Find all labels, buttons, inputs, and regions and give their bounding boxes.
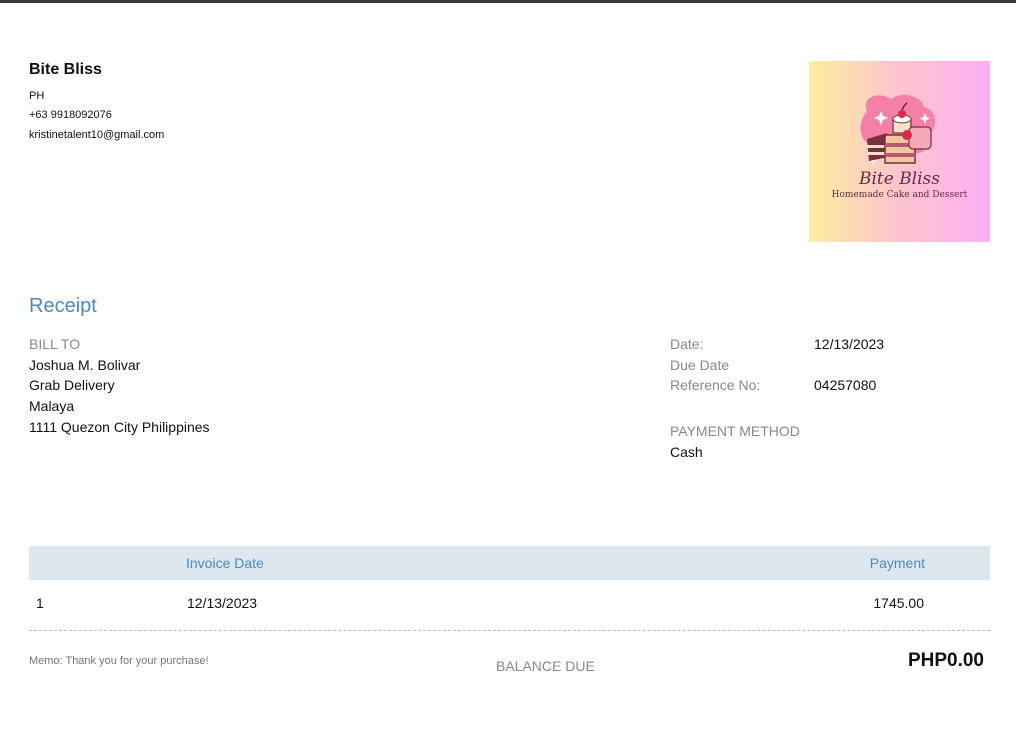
balance-due-value: PHP0.00 bbox=[907, 650, 984, 671]
cake-slices-icon bbox=[860, 94, 936, 164]
row-payment: 1745.00 bbox=[873, 595, 924, 611]
company-email: kristinetalent10@gmail.com bbox=[29, 129, 165, 141]
bill-to-label: BILL TO bbox=[29, 336, 81, 352]
logo-name: Bite Bliss bbox=[858, 169, 941, 189]
reference-label: Reference No: bbox=[670, 377, 761, 393]
column-header-invoice-date: Invoice Date bbox=[186, 555, 264, 571]
divider bbox=[29, 630, 990, 631]
date-value: 12/13/2023 bbox=[814, 336, 885, 352]
due-date-label: Due Date bbox=[670, 357, 730, 373]
row-index: 1 bbox=[36, 595, 44, 611]
company-logo: Bite Bliss Homemade Cake and Dessert bbox=[809, 61, 990, 242]
memo: Memo: Thank you for your purchase! bbox=[29, 655, 209, 667]
balance-due-label: BALANCE DUE bbox=[496, 658, 595, 674]
bill-to-name: Joshua M. Bolivar bbox=[29, 357, 141, 373]
reference-value: 04257080 bbox=[814, 377, 877, 393]
table-header bbox=[29, 546, 990, 580]
company-phone: +63 9918092076 bbox=[29, 109, 112, 121]
top-border bbox=[0, 0, 1016, 3]
page-title: Receipt bbox=[29, 295, 97, 317]
payment-method-value: Cash bbox=[670, 444, 703, 460]
company-country: PH bbox=[29, 90, 45, 102]
company-name: Bite Bliss bbox=[29, 61, 102, 78]
row-invoice-date: 12/13/2023 bbox=[187, 595, 258, 611]
date-label: Date: bbox=[670, 336, 704, 352]
column-header-payment: Payment bbox=[869, 555, 925, 571]
payment-method-label: PAYMENT METHOD bbox=[670, 423, 800, 439]
logo-tagline: Homemade Cake and Dessert bbox=[831, 190, 968, 200]
bill-to-street: Malaya bbox=[29, 398, 75, 414]
bill-to-company: Grab Delivery bbox=[29, 377, 115, 393]
bill-to-city: 1111 Quezon City Philippines bbox=[29, 419, 210, 435]
